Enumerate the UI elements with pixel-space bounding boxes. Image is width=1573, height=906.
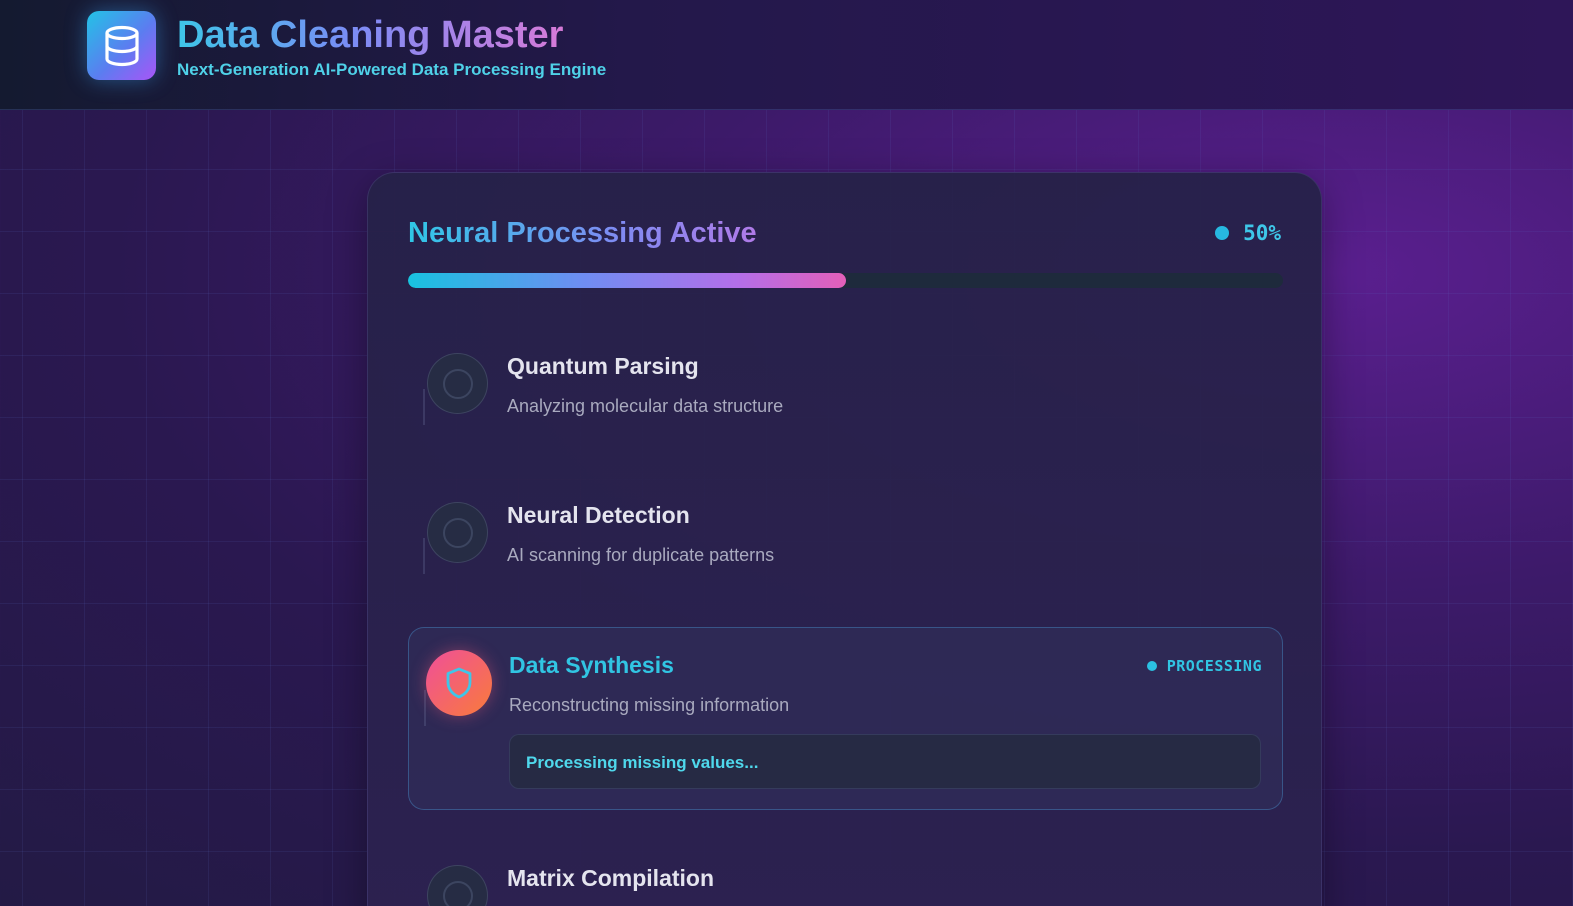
step-connector	[423, 538, 425, 574]
step-description: Analyzing molecular data structure	[507, 396, 784, 416]
circle-icon	[427, 865, 488, 906]
processing-detail-box: Processing missing values...	[509, 734, 1261, 789]
step-title: Data Synthesis	[509, 652, 674, 678]
app-subtitle: Next-Generation AI-Powered Data Processi…	[177, 60, 607, 79]
processing-detail-text: Processing missing values...	[526, 753, 759, 772]
status-dot-icon	[1146, 661, 1157, 671]
circle-icon	[427, 502, 488, 563]
progress-bar-fill	[408, 273, 846, 288]
circle-icon	[427, 353, 488, 414]
database-icon	[87, 11, 156, 80]
status-dot-icon	[1215, 226, 1230, 240]
step-title: Quantum Parsing	[507, 353, 699, 379]
progress-bar	[408, 273, 1283, 288]
step-title: Neural Detection	[507, 502, 690, 528]
step-title: Matrix Compilation	[507, 865, 715, 891]
step-connector	[423, 389, 425, 425]
status-label: PROCESSING	[1166, 657, 1262, 675]
step-connector	[424, 690, 426, 726]
progress-indicator: 50%	[1215, 221, 1281, 245]
processing-title: Neural Processing Active	[408, 217, 757, 249]
app-header: Data Cleaning Master Next-Generation AI-…	[0, 0, 1573, 110]
step-description: AI scanning for duplicate patterns	[507, 545, 775, 565]
step-description: Reconstructing missing information	[509, 695, 790, 715]
shield-icon	[426, 650, 492, 716]
processing-card: Neural Processing Active 50% Quantum Par…	[367, 172, 1322, 906]
status-badge: PROCESSING	[1146, 657, 1262, 675]
progress-percent: 50%	[1243, 221, 1281, 245]
step-data-synthesis: Data Synthesis PROCESSING Reconstructing…	[408, 627, 1283, 810]
app-title: Data Cleaning Master	[177, 14, 564, 56]
